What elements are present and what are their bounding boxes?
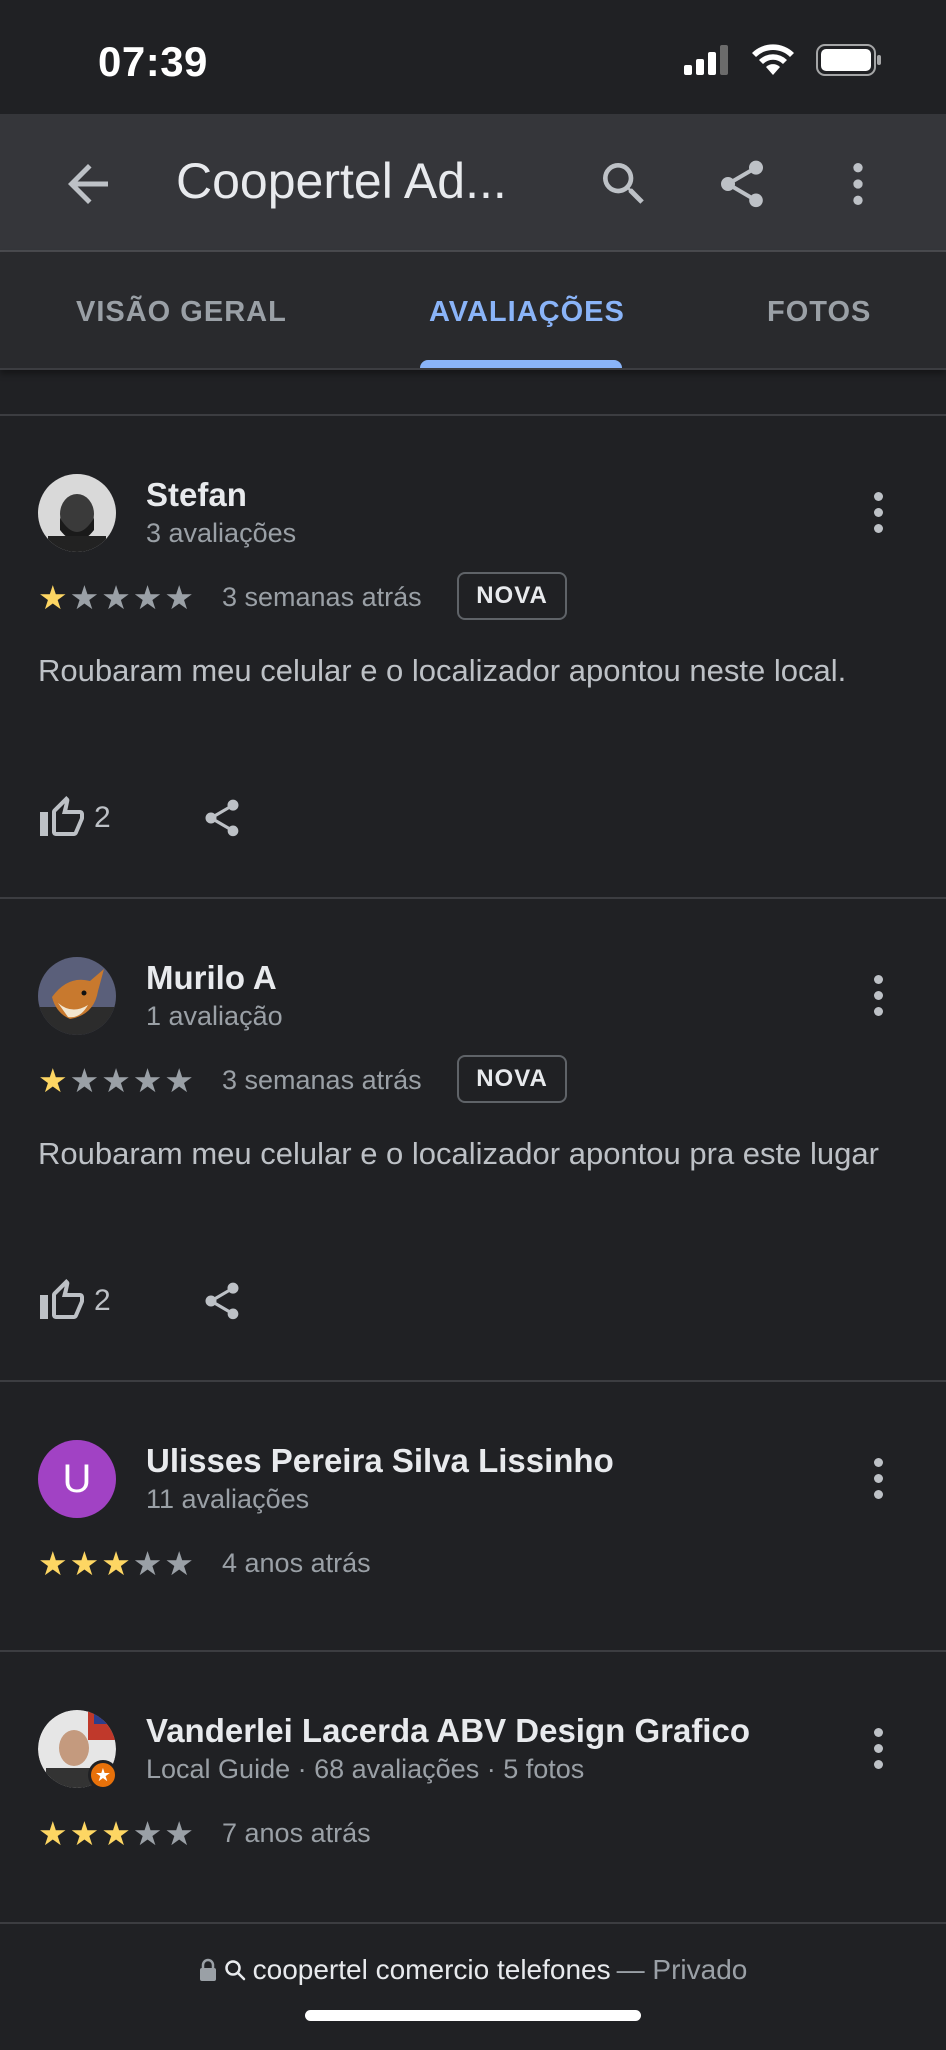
review-share-button[interactable] (194, 790, 250, 846)
tab-photos[interactable]: FOTOS (767, 296, 871, 329)
star-icon: ★ (38, 1545, 68, 1582)
wifi-icon (752, 44, 794, 75)
status-time: 07:39 (98, 38, 208, 85)
browser-bottom-bar: coopertel comercio telefones — Privado (0, 1922, 946, 2050)
share-icon (721, 160, 763, 208)
review-time: 3 semanas atrás (222, 1065, 422, 1095)
search-button[interactable] (592, 152, 656, 216)
divider (0, 897, 946, 899)
divider (0, 1380, 946, 1382)
reviewer-name[interactable]: Ulisses Pereira Silva Lissinho (146, 1442, 614, 1480)
star-icon: ★ (164, 1062, 194, 1099)
star-rating: ★ ★ ★ ★ ★ (38, 1063, 194, 1099)
star-icon: ★ (164, 1815, 194, 1852)
battery-icon (816, 44, 881, 76)
star-icon: ★ (101, 1545, 131, 1582)
star-icon: ★ (38, 579, 68, 616)
more-vert-icon (853, 163, 863, 205)
reviewer-name[interactable]: Vanderlei Lacerda ABV Design Grafico (146, 1712, 750, 1750)
like-count: 2 (94, 801, 111, 834)
star-icon: ★ (101, 579, 131, 616)
reviewer-meta: 11 avaliações (146, 1484, 310, 1514)
search-icon (603, 163, 644, 204)
star-icon: ★ (69, 1545, 100, 1582)
star-icon: ★ (69, 579, 100, 616)
divider (0, 1650, 946, 1652)
review-more-button[interactable] (860, 1448, 896, 1508)
tab-bar: VISÃO GERAL AVALIAÇÕES FOTOS (0, 252, 946, 370)
star-rating: ★ ★ ★ ★ ★ (38, 580, 194, 616)
thumb-up-icon (40, 796, 84, 836)
reviewer-name[interactable]: Murilo A (146, 959, 277, 997)
review-text: Roubaram meu celular e o localizador apo… (38, 653, 847, 688)
private-label: — Privado (616, 1954, 748, 1985)
star-icon: ★ (132, 1062, 163, 1099)
reviewer-meta: 1 avaliação (146, 1001, 283, 1031)
new-badge: NOVA (457, 572, 567, 620)
share-icon (205, 799, 239, 837)
star-icon: ★ (164, 1545, 194, 1582)
review-more-button[interactable] (860, 482, 896, 542)
status-bar: 07:39 (0, 0, 946, 114)
back-button[interactable] (58, 154, 118, 214)
star-icon: ★ (69, 1062, 100, 1099)
star-icon: ★ (164, 579, 194, 616)
home-indicator[interactable] (305, 2010, 641, 2021)
new-badge: NOVA (457, 1055, 567, 1103)
star-icon: ★ (38, 1815, 68, 1852)
share-icon (205, 1282, 239, 1320)
status-icons (684, 44, 882, 76)
star-icon: ★ (101, 1815, 131, 1852)
avatar[interactable]: ★ (38, 1710, 118, 1790)
arrow-back-icon (68, 164, 108, 204)
star-rating: ★ ★ ★ ★ ★ (38, 1816, 194, 1852)
avatar[interactable]: U (38, 1440, 116, 1518)
avatar[interactable] (38, 474, 116, 552)
review-time: 4 anos atrás (222, 1548, 371, 1578)
avatar-letter: U (62, 1456, 92, 1501)
tab-overview[interactable]: VISÃO GERAL (76, 296, 287, 329)
local-guide-badge-icon: ★ (88, 1760, 118, 1790)
cellular-signal-icon (684, 45, 728, 75)
review-time: 3 semanas atrás (222, 582, 422, 612)
address-bar[interactable]: coopertel comercio telefones — Privado (0, 1954, 946, 1986)
more-options-button[interactable] (826, 152, 890, 216)
star-icon: ★ (132, 1545, 163, 1582)
star-icon: ★ (132, 1815, 163, 1852)
review-more-button[interactable] (860, 1718, 896, 1778)
app-bar: Coopertel Ad... (0, 114, 946, 252)
search-query: coopertel comercio telefones (252, 1954, 611, 1985)
star-icon: ★ (69, 1815, 100, 1852)
review-share-button[interactable] (194, 1273, 250, 1329)
like-button[interactable]: 2 (38, 790, 138, 846)
star-icon: ★ (101, 1062, 131, 1099)
active-tab-indicator (420, 360, 622, 368)
lock-icon (199, 1958, 216, 1981)
star-icon: ★ (38, 1062, 68, 1099)
reviewer-meta: Local Guide · 68 avaliações · 5 fotos (146, 1754, 585, 1784)
like-count: 2 (94, 1284, 111, 1317)
thumb-up-icon (40, 1279, 84, 1319)
share-button[interactable] (710, 152, 774, 216)
like-button[interactable]: 2 (38, 1273, 138, 1329)
star-icon: ★ (132, 579, 163, 616)
review-text: Roubaram meu celular e o localizador apo… (38, 1136, 879, 1171)
reviewer-meta: 3 avaliações (146, 518, 297, 548)
star-rating: ★ ★ ★ ★ ★ (38, 1546, 194, 1582)
tab-reviews[interactable]: AVALIAÇÕES (429, 296, 625, 329)
search-icon (224, 1960, 245, 1981)
place-title: Coopertel Ad... (176, 153, 507, 209)
divider (0, 414, 946, 416)
review-more-button[interactable] (860, 965, 896, 1025)
reviewer-name[interactable]: Stefan (146, 476, 247, 514)
review-time: 7 anos atrás (222, 1818, 371, 1848)
avatar[interactable] (38, 957, 116, 1035)
